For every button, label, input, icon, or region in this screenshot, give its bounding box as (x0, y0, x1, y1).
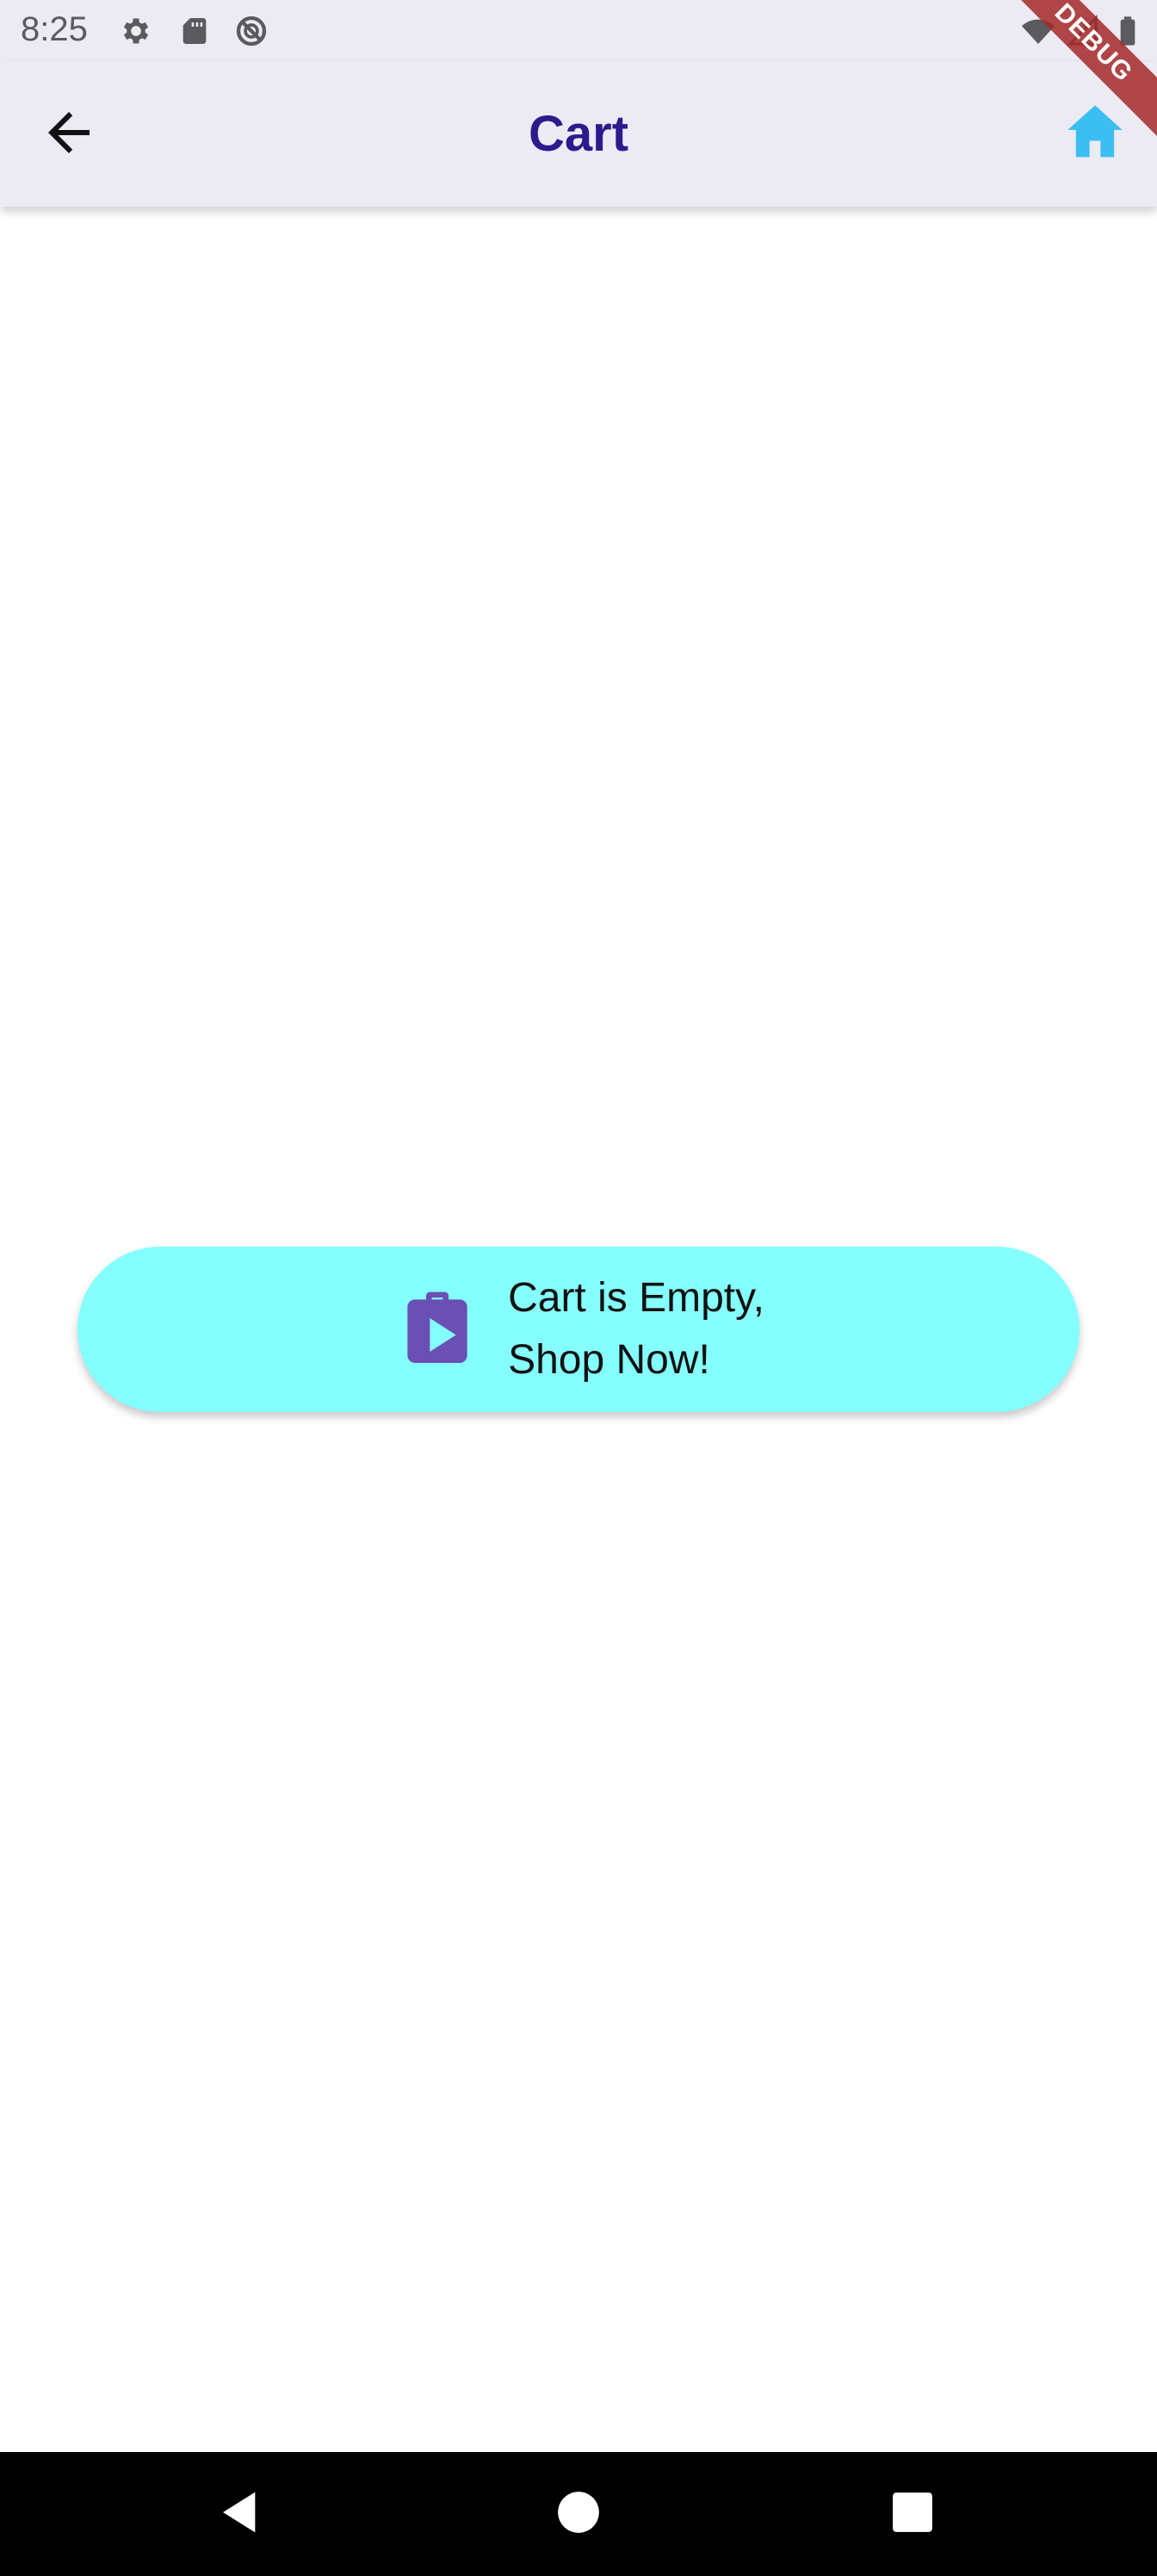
shop-now-button[interactable]: Cart is Empty, Shop Now! (77, 1247, 1080, 1412)
nav-back-button[interactable] (210, 2483, 272, 2545)
no-disturb-icon (234, 14, 269, 48)
status-bar: 8:25 (0, 0, 1157, 62)
system-nav-bar (0, 2452, 1157, 2576)
app-bar: Cart (0, 62, 1157, 207)
home-circle-icon (556, 2490, 601, 2539)
nav-recents-button[interactable] (882, 2483, 944, 2545)
status-time: 8:25 (21, 10, 88, 48)
shop-now-label: Cart is Empty, Shop Now! (508, 1275, 764, 1383)
recents-square-icon (891, 2491, 934, 2538)
gear-icon (119, 14, 153, 48)
page-title: Cart (528, 106, 629, 162)
sd-card-icon (177, 14, 212, 48)
back-button[interactable] (28, 93, 110, 176)
shop-icon (393, 1285, 482, 1374)
back-triangle-icon (217, 2488, 265, 2541)
nav-home-button[interactable] (548, 2483, 609, 2545)
arrow-back-icon (38, 102, 100, 168)
home-button[interactable] (1054, 93, 1136, 176)
screen: 8:25 Cart DEBUG Cart is Empty, Shop Now! (0, 0, 1157, 2576)
home-icon (1062, 100, 1128, 170)
